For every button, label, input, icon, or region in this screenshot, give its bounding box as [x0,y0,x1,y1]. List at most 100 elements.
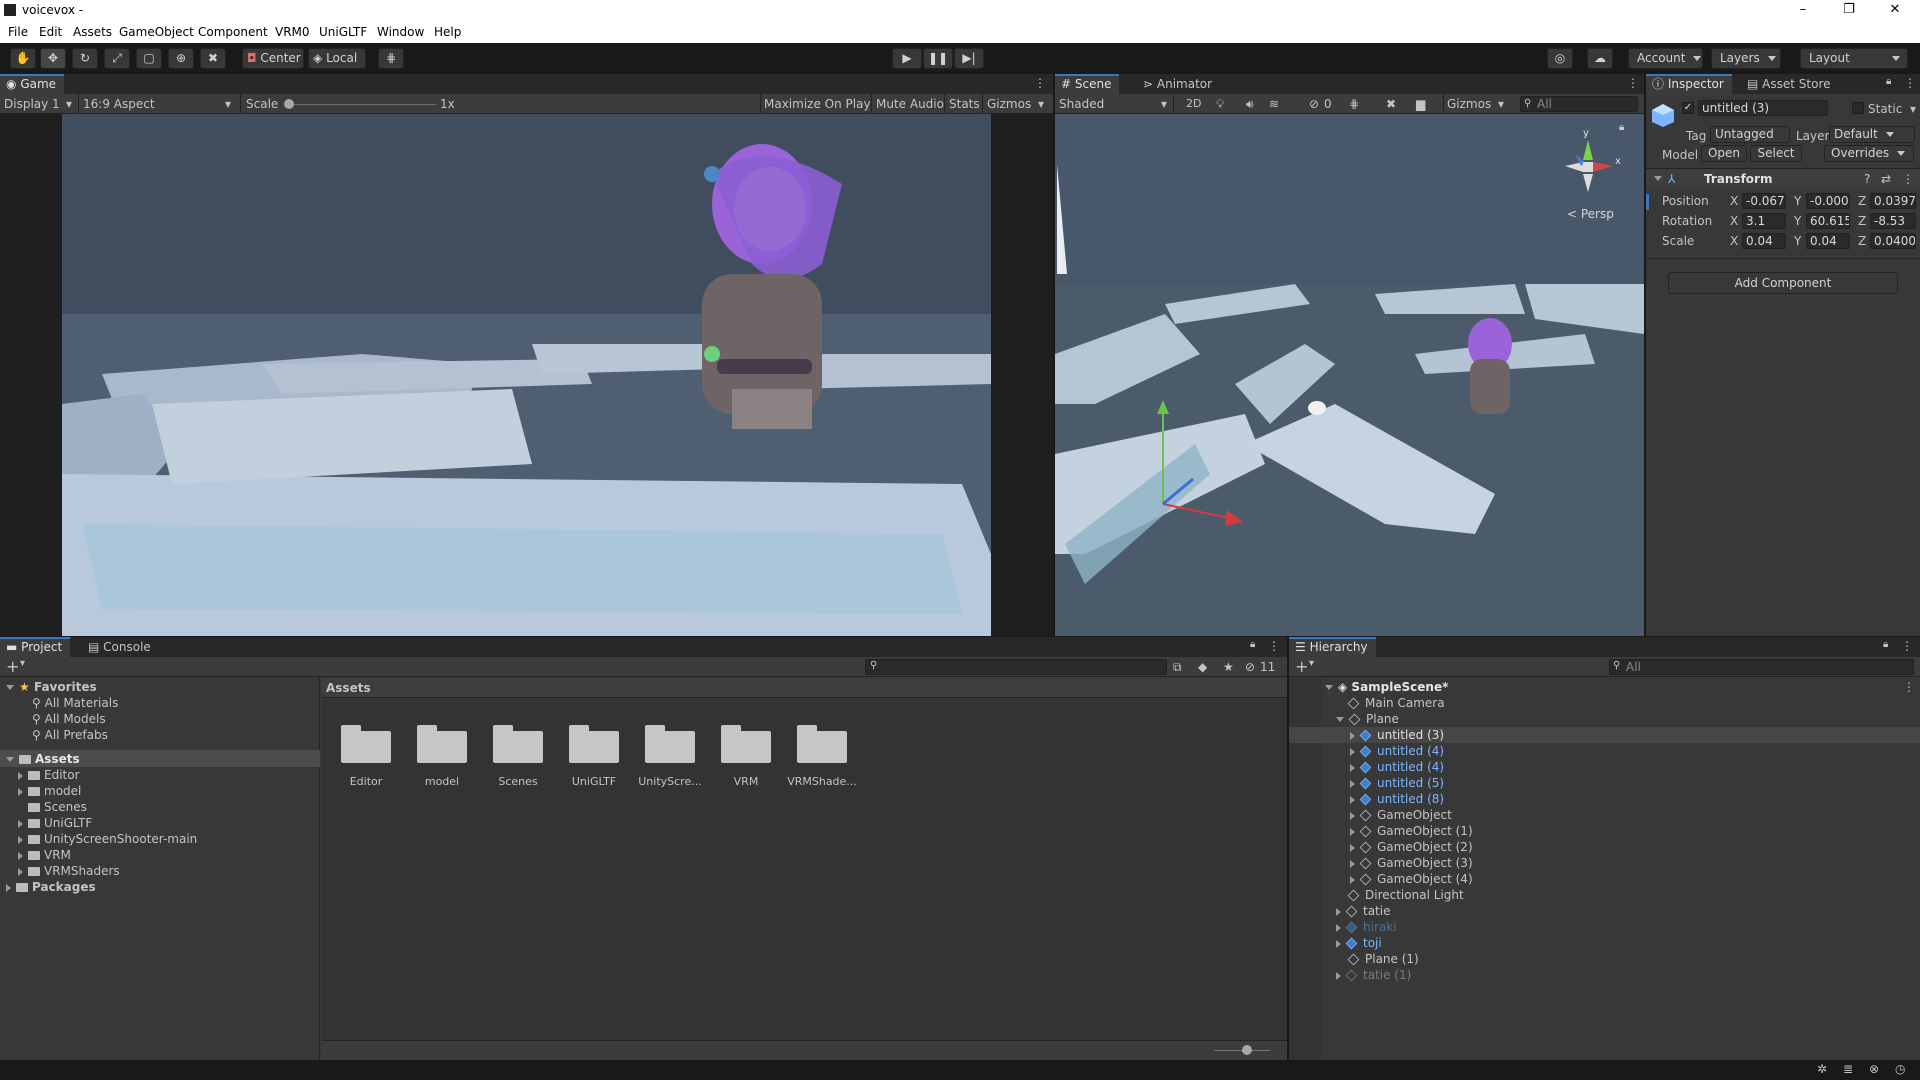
maximize-button[interactable]: ❐ [1826,0,1872,22]
rect-tool-button[interactable]: ▢ [136,48,162,69]
debug-icon[interactable]: ✲ [1817,1062,1827,1076]
transform-tool-button[interactable]: ⊕ [168,48,194,69]
transform-header[interactable]: ⅄ Transform ? ⇄ ⋮ [1646,169,1920,189]
rotation-x-field[interactable]: 3.1 [1742,213,1786,229]
hierarchy-search-input[interactable]: All [1609,659,1914,675]
favorite-item[interactable]: ⚲ All Models [32,712,106,726]
asset-folder-tile[interactable]: Editor [328,719,404,799]
position-x-field[interactable]: -0.067 [1742,193,1786,209]
static-checkbox[interactable] [1852,102,1864,114]
lock-icon[interactable]: 🔒︎ [1886,76,1891,87]
network-icon[interactable]: ⊗ [1869,1062,1879,1076]
menu-help[interactable]: Help [434,25,461,39]
scale-slider-track[interactable] [288,104,436,105]
effects-icon[interactable]: ≋ [1269,97,1279,111]
layers-dropdown[interactable]: Layers [1711,48,1781,69]
asset-folder-tile[interactable]: UniGLTF [556,719,632,799]
icon-size-slider-thumb[interactable] [1242,1045,1252,1055]
help-icon[interactable]: ? [1864,172,1870,186]
maximize-on-play-toggle[interactable]: Maximize On Play [764,97,871,111]
aspect-dropdown[interactable]: 16:9 Aspect [83,97,155,111]
grid-snap-button[interactable]: ⋕ [378,48,404,69]
tab-asset-store[interactable]: ▤ Asset Store [1741,74,1839,94]
position-y-field[interactable]: -0.000 [1806,193,1850,209]
rotation-y-field[interactable]: 60.615 [1806,213,1850,229]
step-button[interactable]: ▶| [954,48,984,69]
custom-tool-button[interactable]: ✖ [200,48,226,69]
scene-gizmo[interactable]: y x [1555,128,1625,202]
more-options-icon[interactable]: ⋮ [1903,680,1915,694]
2d-toggle[interactable]: 2D [1186,97,1201,110]
packages-node[interactable]: Packages [6,880,96,894]
menu-vrm0[interactable]: VRM0 [275,25,310,39]
asset-folder-tile[interactable]: VRM [708,719,784,799]
tab-scene[interactable]: # Scene [1055,74,1120,96]
folder-node[interactable]: VRM [18,848,71,862]
position-z-field[interactable]: 0.0397 [1870,193,1916,209]
menu-assets[interactable]: Assets [73,25,112,39]
hierarchy-row[interactable]: GameObject (1) [1350,824,1473,838]
pause-button[interactable]: ❚❚ [923,48,953,69]
folder-node[interactable]: VRMShaders [18,864,120,878]
more-options-icon[interactable]: ⋮ [1902,172,1914,186]
tab-hierarchy[interactable]: ☰ Hierarchy [1289,637,1376,659]
more-options-icon[interactable]: ⋮ [1034,76,1046,90]
tag-dropdown[interactable]: Untagged [1710,126,1790,152]
asset-folder-tile[interactable]: Scenes [480,719,556,799]
lock-icon[interactable]: 🔒︎ [1250,639,1255,650]
audio-icon[interactable]: 🔊︎ [1246,97,1254,112]
menu-window[interactable]: Window [377,25,424,39]
auto-generate-icon[interactable]: ◷ [1895,1062,1905,1076]
collab-button[interactable]: ☁ [1587,48,1613,69]
more-options-icon[interactable]: ⋮ [1268,639,1280,653]
more-options-icon[interactable]: ⋮ [1901,639,1913,653]
minimize-button[interactable]: – [1780,0,1826,22]
tab-console[interactable]: ▤ Console [82,637,159,657]
game-viewport[interactable] [0,114,1053,636]
layer-dropdown[interactable]: Default [1829,126,1915,143]
folder-node[interactable]: UniGLTF [18,816,92,830]
menu-edit[interactable]: Edit [39,25,62,39]
favorites-node[interactable]: ★ Favorites [6,680,97,694]
folder-node[interactable]: UnityScreenShooter-main [18,832,197,846]
hidden-objects-icon[interactable]: ⊘ [1309,97,1319,111]
scene-gizmos-toggle[interactable]: Gizmos [1447,97,1491,111]
play-button[interactable]: ▶ [892,48,922,69]
pivot-center-button[interactable]: ◘ Center [242,48,304,69]
chevron-down-icon[interactable]: ▾ [1910,102,1916,116]
perspective-toggle[interactable]: < Persp [1567,207,1614,221]
hierarchy-row[interactable]: untitled (8) [1350,792,1444,806]
hierarchy-row[interactable]: tatie [1336,904,1390,918]
gizmos-toggle[interactable]: Gizmos [987,97,1031,111]
stats-toggle[interactable]: Stats [949,97,980,111]
menu-file[interactable]: File [8,25,28,39]
folder-node[interactable]: model [18,784,81,798]
lock-icon[interactable]: 🔒︎ [1883,639,1888,650]
add-component-button[interactable]: Add Component [1668,272,1898,294]
scale-x-field[interactable]: 0.04 [1742,233,1786,249]
create-button[interactable]: + [1295,657,1308,676]
hierarchy-row[interactable]: GameObject (3) [1350,856,1473,870]
shading-mode-dropdown[interactable]: Shaded [1059,97,1104,111]
tab-game[interactable]: ◉ Game [0,74,65,96]
folder-node[interactable]: Editor [18,768,80,782]
move-tool-button[interactable]: ✥ [40,48,66,69]
services-button[interactable]: ◎ [1547,48,1573,69]
object-name-field[interactable]: untitled (3) [1698,100,1828,116]
folder-node[interactable]: Scenes [28,800,87,814]
favorite-item[interactable]: ⚲ All Prefabs [32,728,108,742]
layout-dropdown[interactable]: Layout [1800,48,1908,69]
assets-node[interactable]: Assets [6,752,80,766]
hierarchy-row[interactable]: toji [1336,936,1382,950]
rotation-z-field[interactable]: -8.53 [1870,213,1916,229]
presets-icon[interactable]: ⇄ [1881,172,1891,186]
grid-icon[interactable]: ⋕ [1349,97,1359,111]
scene-search-input[interactable]: All [1520,96,1638,112]
create-button[interactable]: + [6,657,19,676]
favorite-icon[interactable]: ★ [1223,660,1234,674]
active-checkbox[interactable]: ✓ [1682,102,1694,114]
more-options-icon[interactable]: ⋮ [1904,76,1916,90]
breadcrumb-assets[interactable]: Assets [326,681,371,695]
hierarchy-row[interactable]: untitled (4) [1350,760,1444,774]
filter-label-icon[interactable]: ◆ [1198,660,1207,674]
